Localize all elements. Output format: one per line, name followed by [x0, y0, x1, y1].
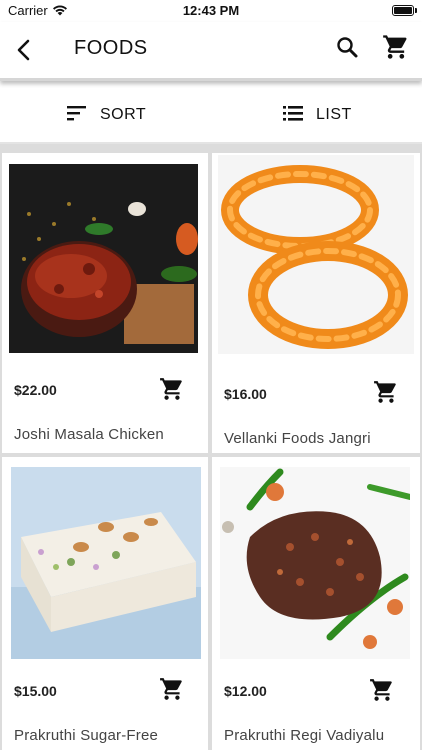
product-image	[220, 467, 410, 659]
status-bar: Carrier 12:43 PM	[0, 0, 422, 22]
back-arrow-icon[interactable]	[10, 36, 38, 64]
sort-button[interactable]: SORT	[66, 101, 146, 129]
list-icon	[282, 104, 304, 127]
product-image	[11, 467, 201, 659]
product-price: $22.00	[14, 382, 57, 398]
product-card[interactable]: $22.00 Joshi Masala Chicken	[2, 153, 208, 453]
sort-label: SORT	[100, 106, 147, 123]
battery-icon	[392, 5, 414, 16]
product-price: $16.00	[224, 386, 267, 402]
list-view-button[interactable]: LIST	[282, 101, 352, 129]
product-name: Joshi Masala Chicken	[14, 426, 164, 443]
list-label: LIST	[316, 106, 352, 123]
sort-icon	[66, 104, 88, 127]
product-price: $12.00	[224, 683, 267, 699]
product-card[interactable]: $12.00 Prakruthi Regi Vadiyalu	[212, 457, 420, 750]
clock: 12:43 PM	[182, 3, 240, 18]
product-image	[9, 164, 198, 353]
add-to-cart-icon[interactable]	[369, 677, 395, 703]
product-image	[218, 155, 414, 354]
add-to-cart-icon[interactable]	[373, 379, 399, 405]
add-to-cart-icon[interactable]	[159, 376, 185, 402]
cart-icon[interactable]	[382, 33, 410, 61]
product-name: Prakruthi Regi Vadiyalu	[224, 727, 385, 744]
product-price: $15.00	[14, 683, 57, 699]
page-title: FOODS	[74, 37, 148, 59]
product-name: Vellanki Foods Jangri	[224, 430, 371, 447]
product-name: Prakruthi Sugar-Free	[14, 727, 159, 744]
sort-list-bar: SORT LIST	[0, 88, 422, 144]
app-bar: FOODS	[0, 22, 422, 81]
product-card[interactable]: $15.00 Prakruthi Sugar-Free	[2, 457, 208, 750]
product-card[interactable]: $16.00 Vellanki Foods Jangri	[212, 153, 420, 453]
add-to-cart-icon[interactable]	[159, 676, 185, 702]
search-icon[interactable]	[334, 34, 362, 62]
